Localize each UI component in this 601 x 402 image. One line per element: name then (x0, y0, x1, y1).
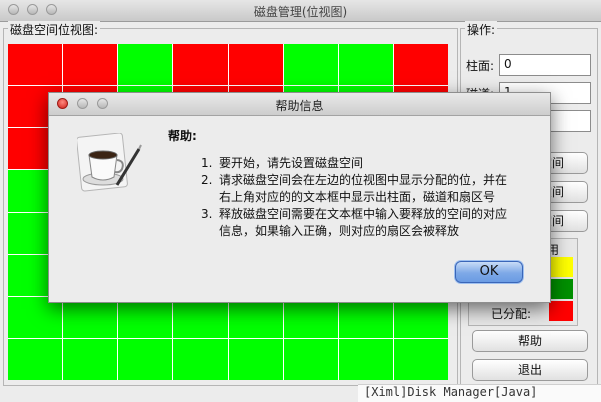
help-heading: 帮助: (168, 129, 197, 143)
coffee-cup-icon (76, 132, 143, 195)
help-item-line: 右上角对应的的文本框中显示出柱面，磁道和扇区号 (219, 190, 496, 204)
bitmap-cell (173, 44, 228, 86)
bitmap-cell (228, 44, 283, 86)
allocated-label: 已分配: (491, 307, 532, 321)
help-item-line: 信息，如果输入正确，则对应的扇区会被释放 (219, 224, 460, 238)
exit-button[interactable]: 退出 (472, 359, 588, 381)
ok-button[interactable]: OK (455, 261, 523, 283)
bitmap-cell (118, 338, 173, 380)
help-item-number: 2. (201, 173, 213, 187)
help-item-line: 请求磁盘空间会在左边的位视图中显示分配的位，并在 (219, 173, 508, 187)
main-titlebar: 磁盘管理(位视图) (0, 0, 601, 22)
available-color-swatch (549, 279, 573, 299)
bitmap-cell (393, 338, 448, 380)
bitmap-cell (8, 44, 63, 86)
free-color-swatch (549, 257, 573, 277)
help-item-number: 3. (201, 207, 213, 221)
dialog-titlebar: 帮助信息 (49, 93, 550, 116)
bitmap-cell (283, 44, 338, 86)
cylinder-label: 柱面: (466, 59, 495, 73)
bitmap-cell (393, 44, 448, 86)
bitmap-cell (173, 338, 228, 380)
bitmap-cell (228, 338, 283, 380)
bitmap-cell (283, 338, 338, 380)
help-item-line: 释放磁盘空间需要在文本框中输入要释放的空间的对应 (219, 207, 508, 221)
background-console-text: [Ximl]Disk Manager[Java] (358, 384, 601, 402)
bitmap-cell (338, 338, 393, 380)
window-title: 磁盘管理(位视图) (253, 5, 348, 19)
help-dialog: 帮助信息 帮助: 1. 要开始，请先设置磁盘空间 2. 请求磁盘空间会在左边的位… (48, 92, 551, 303)
cylinder-field[interactable]: 0 (499, 54, 591, 76)
bitmap-cell (338, 44, 393, 86)
dialog-title: 帮助信息 (275, 99, 324, 113)
help-button[interactable]: 帮助 (472, 330, 588, 352)
bitmap-cell (63, 338, 118, 380)
bitmap-cell (63, 44, 118, 86)
operations-group-label: 操作: (465, 21, 498, 38)
allocated-color-swatch (549, 301, 573, 321)
bitmap-cell (8, 338, 63, 380)
bitmap-cell (118, 44, 173, 86)
help-item-line: 要开始，请先设置磁盘空间 (219, 156, 364, 170)
bitmap-group-label: 磁盘空间位视图: (8, 21, 101, 38)
help-item-number: 1. (201, 156, 213, 170)
